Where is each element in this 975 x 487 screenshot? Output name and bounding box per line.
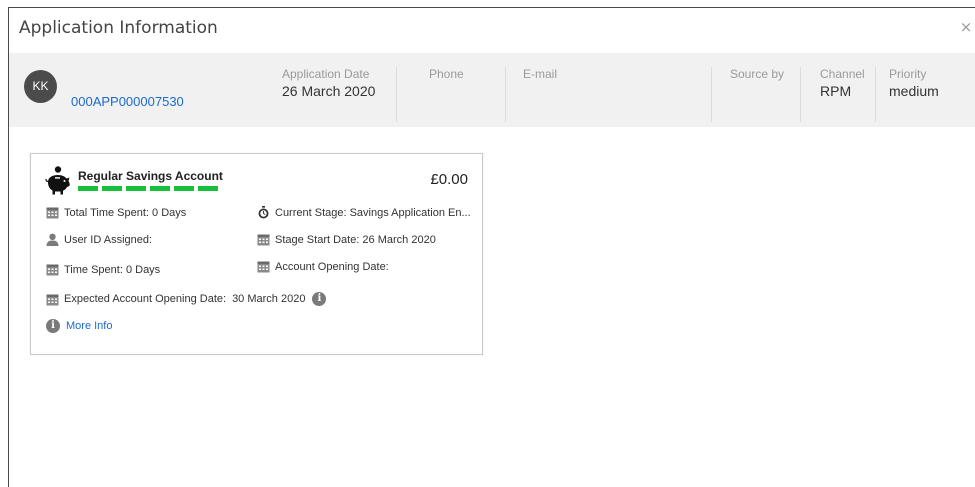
- more-info-row[interactable]: i More Info: [46, 319, 112, 333]
- phone-label: Phone: [429, 67, 464, 81]
- info-icon: i: [46, 319, 60, 333]
- application-card[interactable]: Regular Savings Account £0.00 Total Time…: [30, 153, 483, 355]
- stopwatch-icon: [258, 206, 269, 219]
- progress-segment: [102, 186, 122, 191]
- user-icon: [46, 233, 59, 246]
- progress-segment: [150, 186, 170, 191]
- application-info-window: Application Information × KK 000APP00000…: [8, 7, 975, 487]
- channel-value: RPM: [820, 83, 852, 99]
- title-bar: Application Information ×: [9, 8, 975, 53]
- email-label: E-mail: [523, 67, 558, 81]
- phone-column: Phone: [429, 67, 506, 122]
- calendar-icon: [257, 261, 270, 273]
- total-time-spent: Total Time Spent: 0 Days: [64, 206, 187, 219]
- user-id-assigned: User ID Assigned:: [64, 233, 153, 246]
- user-id-row: User ID Assigned:: [46, 233, 152, 246]
- expected-opening-date: 30 March 2020: [232, 293, 306, 305]
- more-info-link[interactable]: More Info: [66, 320, 112, 332]
- account-opening-date: Account Opening Date:: [275, 260, 389, 273]
- calendar-icon: [46, 207, 59, 219]
- account-amount: £0.00: [430, 171, 468, 188]
- priority-value: medium: [889, 83, 939, 99]
- calendar-icon: [46, 294, 59, 305]
- channel-column: Channel RPM: [820, 67, 876, 122]
- progress-segment: [198, 186, 218, 191]
- application-id-link[interactable]: 000APP000007530: [71, 94, 184, 109]
- avatar: KK: [24, 70, 57, 103]
- source-label: Source by: [730, 67, 785, 81]
- stage-progress-bar: [78, 186, 218, 191]
- expected-opening-row: Expected Account Opening Date: 30 March …: [46, 292, 327, 306]
- applicant-info-bar: KK 000APP000007530 Application Date 26 M…: [9, 53, 975, 127]
- application-date-label: Application Date: [282, 67, 370, 81]
- stage-start-date: Stage Start Date: 26 March 2020: [275, 233, 436, 246]
- calendar-icon: [46, 264, 59, 276]
- info-icon[interactable]: i: [312, 292, 327, 306]
- total-time-spent-row: Total Time Spent: 0 Days: [46, 206, 186, 219]
- priority-label: Priority: [889, 67, 927, 81]
- expected-opening-label: Expected Account Opening Date:: [64, 293, 227, 305]
- product-name: Regular Savings Account: [78, 169, 223, 183]
- application-date-value: 26 March 2020: [282, 83, 376, 99]
- close-icon[interactable]: ×: [959, 17, 973, 37]
- priority-column: Priority medium: [889, 67, 959, 122]
- source-column: Source by: [730, 67, 801, 122]
- current-stage-row: Current Stage: Savings Application En...: [257, 206, 471, 219]
- account-opening-row: Account Opening Date:: [257, 260, 389, 273]
- current-stage: Current Stage: Savings Application En...: [275, 206, 471, 219]
- stage-start-row: Stage Start Date: 26 March 2020: [257, 233, 436, 246]
- time-spent: Time Spent: 0 Days: [64, 263, 161, 276]
- progress-segment: [174, 186, 194, 191]
- progress-segment: [78, 186, 98, 191]
- progress-segment: [126, 186, 146, 191]
- window-title: Application Information: [19, 18, 218, 38]
- email-column: E-mail: [523, 67, 712, 122]
- channel-label: Channel: [820, 67, 865, 81]
- piggy-bank-icon: [45, 166, 70, 195]
- calendar-icon: [257, 234, 270, 246]
- time-spent-row: Time Spent: 0 Days: [46, 263, 160, 276]
- application-date-column: Application Date 26 March 2020: [282, 67, 397, 122]
